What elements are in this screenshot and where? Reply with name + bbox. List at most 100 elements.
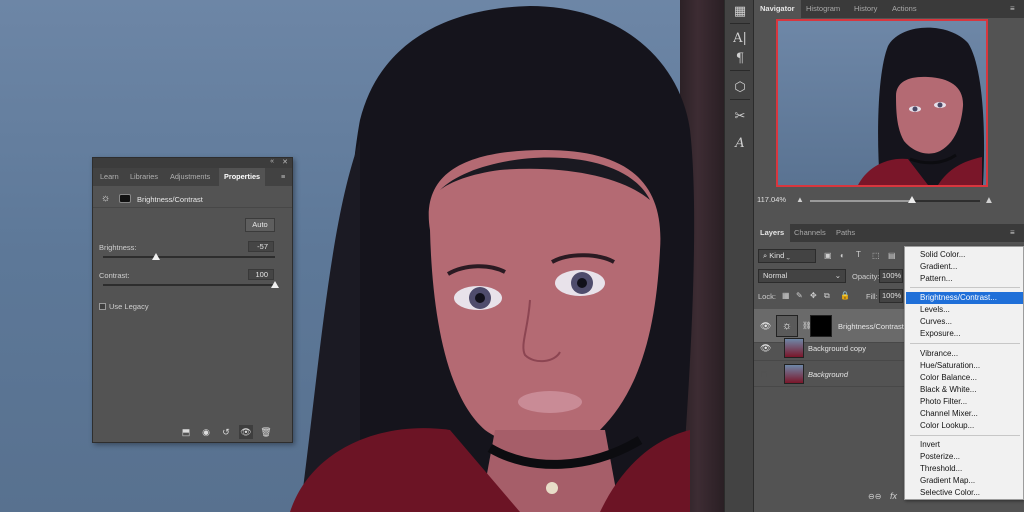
panel-titlebar[interactable]: « ✕ bbox=[93, 158, 292, 168]
opacity-field[interactable]: 100% bbox=[879, 269, 903, 283]
tab-libraries[interactable]: Libraries bbox=[125, 168, 163, 186]
zoom-percentage[interactable]: 117.04% bbox=[757, 195, 786, 204]
eye-icon[interactable]: 👁 bbox=[760, 343, 771, 354]
tab-paths[interactable]: Paths bbox=[830, 224, 861, 242]
layer-mask-thumb[interactable] bbox=[810, 315, 832, 337]
visibility-eye-icon[interactable]: 👁 bbox=[239, 425, 253, 439]
eye-hidden-icon[interactable]: ◻ bbox=[760, 369, 767, 380]
auto-button[interactable]: Auto bbox=[245, 218, 275, 232]
cube-icon[interactable]: ⬡ bbox=[729, 77, 751, 97]
brightness-field[interactable]: -57 bbox=[248, 241, 274, 252]
layer-thumbnail bbox=[784, 338, 804, 358]
link-layers-icon[interactable]: ⊖⊖ bbox=[868, 492, 881, 501]
paragraph-icon[interactable]: ¶ bbox=[729, 48, 751, 68]
layers-tabbar: Layers Channels Paths ≡ bbox=[754, 224, 1024, 242]
divider bbox=[730, 23, 750, 24]
lock-label: Lock: bbox=[758, 292, 776, 301]
text-filter-icon[interactable]: T bbox=[856, 250, 861, 259]
blend-mode-select[interactable]: Normal ⌄ bbox=[758, 269, 846, 283]
tab-history[interactable]: History bbox=[848, 0, 883, 18]
navigator-preview[interactable] bbox=[776, 19, 988, 187]
lock-artboard-icon[interactable]: ⧉ bbox=[824, 291, 830, 301]
zoom-slider-handle[interactable] bbox=[908, 196, 916, 203]
layer-name[interactable]: Background bbox=[808, 370, 848, 379]
adjustment-layer-menu: Solid Color... Gradient... Pattern... Br… bbox=[904, 246, 1024, 500]
mask-icon[interactable] bbox=[119, 194, 131, 203]
collapse-icon[interactable]: « bbox=[270, 158, 274, 165]
panel-menu-icon[interactable]: ≡ bbox=[276, 168, 290, 186]
eye-icon[interactable]: 👁 bbox=[760, 321, 771, 332]
tab-properties[interactable]: Properties bbox=[219, 168, 266, 186]
smart-filter-icon[interactable]: ▤ bbox=[888, 251, 896, 260]
lock-move-icon[interactable]: ✥ bbox=[810, 291, 817, 300]
view-previous-icon[interactable]: ◉ bbox=[199, 425, 213, 439]
menu-item[interactable]: Pattern... bbox=[906, 273, 1023, 285]
brightness-label: Brightness: bbox=[99, 243, 137, 252]
menu-item[interactable]: Gradient... bbox=[906, 261, 1023, 273]
properties-panel[interactable]: « ✕ Learn Libraries Adjustments Properti… bbox=[92, 157, 293, 443]
menu-item[interactable]: Levels... bbox=[906, 304, 1023, 316]
kind-filter-value: Kind bbox=[769, 251, 785, 260]
properties-tabbar: Learn Libraries Adjustments Properties ≡ bbox=[93, 168, 292, 186]
layer-thumbnail bbox=[784, 364, 804, 384]
blend-mode-value: Normal bbox=[763, 271, 788, 280]
menu-item[interactable]: Selective Color... bbox=[906, 487, 1023, 499]
use-legacy-label: Use Legacy bbox=[109, 302, 149, 311]
zoom-in-icon[interactable]: ▲ bbox=[984, 195, 994, 206]
menu-item[interactable]: Vibrance... bbox=[906, 348, 1023, 360]
tools-icon[interactable]: ✂ bbox=[729, 106, 751, 126]
use-legacy-checkbox[interactable] bbox=[99, 303, 106, 310]
zoom-out-icon[interactable]: ▲ bbox=[796, 195, 804, 204]
adjust-filter-icon[interactable]: ◐ bbox=[840, 251, 845, 260]
contrast-slider[interactable] bbox=[103, 281, 279, 288]
lock-paint-icon[interactable]: ✎ bbox=[796, 291, 803, 300]
menu-item[interactable]: Color Lookup... bbox=[906, 420, 1023, 432]
menu-item[interactable]: Gradient Map... bbox=[906, 475, 1023, 487]
divider bbox=[730, 70, 750, 71]
panel-menu-icon[interactable]: ≡ bbox=[1004, 224, 1021, 242]
menu-item[interactable]: Solid Color... bbox=[906, 249, 1023, 261]
tab-layers[interactable]: Layers bbox=[754, 224, 791, 242]
menu-item[interactable]: Color Balance... bbox=[906, 372, 1023, 384]
layer-name[interactable]: Brightness/Contrast bbox=[838, 322, 904, 331]
delete-icon[interactable]: 🗑 bbox=[259, 425, 273, 439]
menu-item[interactable]: Threshold... bbox=[906, 463, 1023, 475]
contrast-field[interactable]: 100 bbox=[248, 269, 274, 280]
glyph-icon[interactable]: A bbox=[729, 133, 751, 153]
menu-item[interactable]: Photo Filter... bbox=[906, 396, 1023, 408]
menu-separator bbox=[910, 435, 1020, 436]
type-icon[interactable]: A| bbox=[729, 28, 751, 48]
brightness-slider[interactable] bbox=[103, 253, 275, 260]
brightness-slider-handle[interactable] bbox=[152, 253, 161, 260]
tab-histogram[interactable]: Histogram bbox=[800, 0, 846, 18]
menu-item[interactable]: Invert bbox=[906, 439, 1023, 451]
tab-channels[interactable]: Channels bbox=[788, 224, 832, 242]
shape-filter-icon[interactable]: ⬚ bbox=[872, 251, 880, 260]
panel-menu-icon[interactable]: ≡ bbox=[1004, 0, 1021, 18]
divider bbox=[730, 99, 750, 100]
menu-item-brightness-contrast[interactable]: Brightness/Contrast... bbox=[906, 292, 1023, 304]
fill-field[interactable]: 100% bbox=[879, 289, 903, 303]
layer-name[interactable]: Background copy bbox=[808, 344, 866, 353]
tab-adjustments[interactable]: Adjustments bbox=[165, 168, 215, 186]
zoom-slider[interactable] bbox=[810, 196, 980, 203]
menu-item[interactable]: Channel Mixer... bbox=[906, 408, 1023, 420]
lock-pixels-icon[interactable]: ▦ bbox=[782, 291, 790, 300]
close-icon[interactable]: ✕ bbox=[282, 158, 288, 166]
menu-item[interactable]: Exposure... bbox=[906, 328, 1023, 340]
kind-filter-select[interactable]: ⌕ Kind ⌄ bbox=[758, 249, 816, 263]
menu-item[interactable]: Hue/Saturation... bbox=[906, 360, 1023, 372]
menu-item[interactable]: Black & White... bbox=[906, 384, 1023, 396]
tab-navigator[interactable]: Navigator bbox=[754, 0, 801, 18]
tab-actions[interactable]: Actions bbox=[886, 0, 923, 18]
menu-item[interactable]: Curves... bbox=[906, 316, 1023, 328]
clip-to-layer-icon[interactable]: ⬒ bbox=[179, 425, 193, 439]
contrast-slider-handle[interactable] bbox=[271, 281, 279, 288]
fx-icon[interactable]: fx bbox=[890, 491, 897, 501]
grid-icon[interactable]: ▦ bbox=[729, 1, 751, 21]
tab-learn[interactable]: Learn bbox=[95, 168, 124, 186]
menu-item[interactable]: Posterize... bbox=[906, 451, 1023, 463]
pixel-filter-icon[interactable]: ▣ bbox=[824, 251, 832, 260]
lock-all-icon[interactable]: 🔒 bbox=[840, 291, 850, 300]
reset-icon[interactable]: ↺ bbox=[219, 425, 233, 439]
